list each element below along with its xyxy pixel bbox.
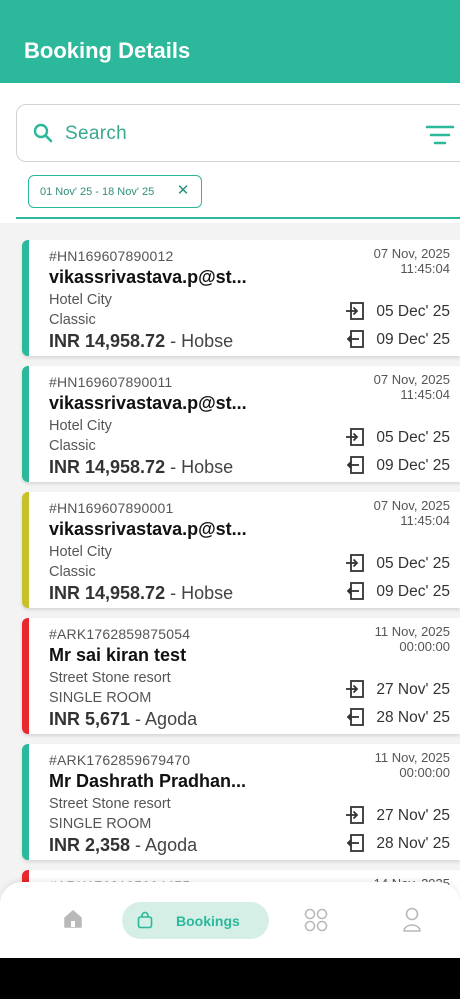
booking-id: #HN169607890012 [49,248,174,264]
search-icon [33,123,53,143]
check-in-icon [345,553,365,573]
room-type: SINGLE ROOM [49,690,152,706]
status-stripe [22,492,29,608]
booking-amount: INR 14,958.72 - Hobse [49,457,233,478]
hotel-name: Hotel City [49,292,112,308]
booking-source: - Hobse [165,331,234,351]
check-in-date: 27 Nov' 25 [376,807,450,824]
booked-time: 11:45:04 [400,387,450,402]
check-out-icon [345,329,365,349]
amount-value: INR 5,671 [49,709,131,729]
hotel-name: Hotel City [49,418,112,434]
check-out-date: 28 Nov' 25 [376,835,450,852]
booked-date: 07 Nov, 2025 [373,498,450,513]
home-icon[interactable] [62,908,84,930]
booking-amount: INR 14,958.72 - Hobse [49,583,233,604]
booking-id: #HN169607890011 [49,374,173,390]
booking-source: - Agoda [130,709,198,729]
amount-value: INR 14,958.72 [49,457,166,477]
amount-value: INR 14,958.72 [49,331,166,351]
booking-source: - Hobse [165,457,234,477]
room-type: Classic [49,438,96,454]
room-type: SINGLE ROOM [49,816,152,832]
room-type: Classic [49,312,96,328]
nav-bookings[interactable]: Bookings [122,902,269,939]
apps-grid-icon[interactable] [304,908,328,932]
search-input[interactable]: Search [65,123,127,145]
booking-amount: INR 5,671 - Agoda [49,709,197,730]
check-out-icon [345,707,365,727]
booked-date: 07 Nov, 2025 [373,246,450,261]
booked-time: 00:00:00 [399,639,450,654]
hotel-name: Street Stone resort [49,670,171,686]
check-in-icon [345,427,365,447]
booking-source: - Agoda [130,835,198,855]
date-range-chip[interactable]: 01 Nov' 25 - 18 Nov' 25 ✕ [28,175,202,208]
booking-amount: INR 14,958.72 - Hobse [49,331,233,352]
booked-date: 11 Nov, 2025 [374,624,450,639]
guest-name: Mr sai kiran test [49,645,187,665]
check-out-icon [345,581,365,601]
booked-time: 11:45:04 [400,513,450,528]
booking-amount: INR 2,358 - Agoda [49,835,197,856]
status-stripe [22,744,29,860]
check-out-icon [345,455,365,475]
close-icon[interactable]: ✕ [175,182,191,200]
check-out-date: 09 Dec' 25 [376,583,450,600]
room-type: Classic [49,564,96,580]
booking-card[interactable]: #HN169607890012 vikassrivastava.p@st... Ho… [22,240,460,356]
booking-id: #ARK1762859679470 [49,752,191,768]
check-in-date: 05 Dec' 25 [376,303,450,320]
guest-name: Mr Dashrath Pradhan... [49,771,247,791]
guest-name: vikassrivastava.p@st... [49,267,247,287]
booked-date: 07 Nov, 2025 [373,372,450,387]
amount-value: INR 2,358 [49,835,131,855]
profile-icon[interactable] [402,907,422,933]
booking-card[interactable]: #ARK1762859679470 Mr Dashrath Pradhan... S… [22,744,460,860]
check-in-icon [345,805,365,825]
page-title: Booking Details [24,38,191,63]
status-stripe [22,366,29,482]
search-filter-area: Search 01 Nov' 25 - 18 Nov' 25 ✕ [0,83,460,223]
hotel-name: Street Stone resort [49,796,171,812]
booking-id: #HN169607890001 [49,500,174,516]
booked-date: 11 Nov, 2025 [374,750,450,765]
bag-icon [137,911,153,929]
date-range-label: 01 Nov' 25 - 18 Nov' 25 [40,186,155,198]
check-out-date: 09 Dec' 25 [376,331,450,348]
guest-name: vikassrivastava.p@st... [49,519,247,539]
check-out-icon [345,833,365,853]
booking-card[interactable]: #ARK1762859875054 Mr sai kiran test Street… [22,618,460,734]
divider [16,217,460,219]
booked-time: 00:00:00 [399,765,450,780]
filter-icon[interactable] [425,124,455,146]
hotel-name: Hotel City [49,544,112,560]
check-in-icon [345,679,365,699]
status-stripe [22,618,29,734]
check-out-date: 28 Nov' 25 [376,709,450,726]
status-stripe [22,240,29,356]
booking-source: - Hobse [165,583,234,603]
check-in-date: 05 Dec' 25 [376,429,450,446]
search-bar[interactable]: Search [16,104,460,162]
amount-value: INR 14,958.72 [49,583,166,603]
check-out-date: 09 Dec' 25 [376,457,450,474]
check-in-icon [345,301,365,321]
system-navigation-bar [0,958,460,999]
nav-bookings-label: Bookings [176,913,240,929]
app-bar: Booking Details [0,0,460,83]
booking-card[interactable]: #HN169607890001 vikassrivastava.p@st... Ho… [22,492,460,608]
booked-time: 11:45:04 [400,261,450,276]
guest-name: vikassrivastava.p@st... [49,393,247,413]
check-in-date: 05 Dec' 25 [376,555,450,572]
booking-id: #ARK1762859875054 [49,626,191,642]
bottom-navigation: Bookings [0,882,460,958]
booking-card[interactable]: #HN169607890011 vikassrivastava.p@st... Ho… [22,366,460,482]
check-in-date: 27 Nov' 25 [376,681,450,698]
